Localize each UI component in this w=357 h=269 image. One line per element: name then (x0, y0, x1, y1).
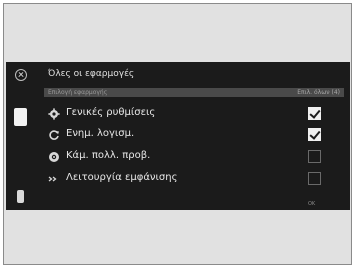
page-title: Όλες οι εφαρμογές (48, 69, 135, 79)
arrows-icon (48, 176, 57, 182)
scroll-down-button[interactable] (17, 190, 24, 203)
list-item-software-update[interactable]: Ενημ. λογισμ. (46, 126, 336, 144)
selection-bar-label: Επιλογή εφαρμογής (48, 89, 108, 96)
list-item-label: Ενημ. λογισμ. (66, 128, 135, 139)
selection-bar: Επιλογή εφαρμογής Επιλ. όλων (4) (44, 88, 344, 97)
select-all-button[interactable]: Επιλ. όλων (4) (297, 88, 340, 97)
back-icon[interactable] (15, 69, 27, 81)
camera-icon (49, 152, 59, 162)
checkbox-software-update[interactable] (308, 128, 321, 141)
list-item-label: Κάμ. πολλ. προβ. (66, 150, 151, 161)
list-item-display-mode[interactable]: Λειτουργία εμφάνισης (46, 170, 336, 188)
list-item-label: Γενικές ρυθμίσεις (66, 107, 156, 118)
checkbox-general-settings[interactable] (308, 107, 321, 120)
checkbox-multi-view-camera[interactable] (308, 150, 321, 163)
list-item-general-settings[interactable]: Γενικές ρυθμίσεις (46, 105, 336, 123)
side-scrollbar (6, 92, 39, 210)
settings-screen: Όλες οι εφαρμογές Επιλογή εφαρμογής Επιλ… (6, 62, 350, 210)
gear-icon (48, 108, 60, 120)
scroll-up-button[interactable] (14, 108, 27, 126)
ok-button[interactable]: OK (308, 201, 315, 207)
refresh-icon (49, 130, 59, 140)
list-item-multi-view-camera[interactable]: Κάμ. πολλ. προβ. (46, 148, 336, 166)
header: Όλες οι εφαρμογές (6, 68, 350, 84)
list-item-label: Λειτουργία εμφάνισης (66, 172, 178, 183)
checkbox-display-mode[interactable] (308, 172, 321, 185)
